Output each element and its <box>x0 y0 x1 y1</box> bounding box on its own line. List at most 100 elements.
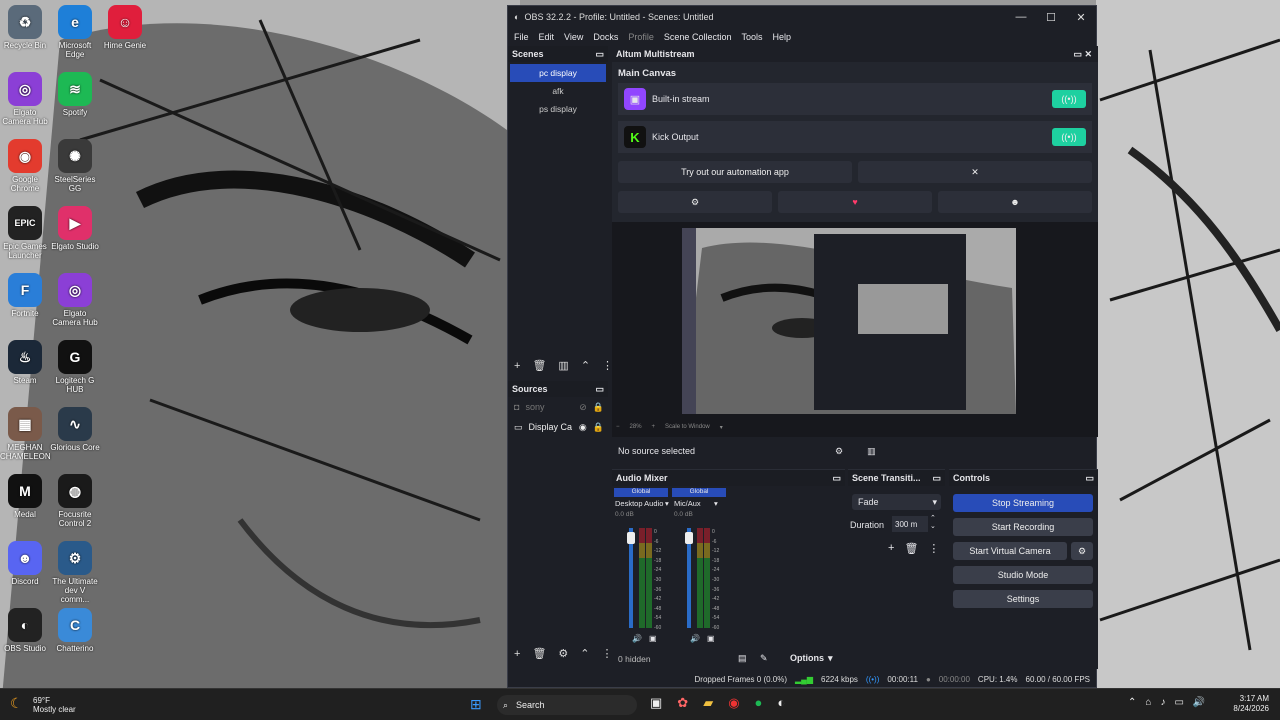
start-recording-button[interactable]: Start Recording <box>953 518 1093 536</box>
weather-widget[interactable]: 69°F Mostly clear <box>33 696 76 714</box>
desktop-icon[interactable]: ♨ Steam <box>0 340 50 385</box>
menu-tools[interactable]: Tools <box>741 32 762 42</box>
desktop-icon[interactable]: ◐ OBS Studio <box>0 608 50 653</box>
search-box[interactable]: ⌕ Search <box>497 695 637 715</box>
speaker-icon[interactable]: 🔊 <box>690 634 700 643</box>
discord-icon[interactable]: ☻ <box>938 191 1092 213</box>
volume-slider-handle[interactable] <box>685 532 693 544</box>
chevron-down-icon[interactable]: ▾ <box>665 499 669 508</box>
desktop-icon[interactable]: e Microsoft Edge <box>50 5 100 59</box>
menu-file[interactable]: File <box>514 32 529 42</box>
heart-icon[interactable]: ♥ <box>778 191 932 213</box>
desktop-icon[interactable]: ◍ Focusrite Control 2 <box>50 474 100 528</box>
studio-mode-button[interactable]: Studio Mode <box>953 566 1093 584</box>
desktop-icon[interactable]: ▦ MEGHAN CHAMELEON <box>0 407 51 461</box>
volume-icon[interactable]: 🔊 <box>1193 697 1205 708</box>
wrench-icon[interactable]: ✎ <box>760 653 768 664</box>
chrome-icon[interactable]: ◉ <box>728 695 739 711</box>
desktop-icon[interactable]: ▶ Elgato Studio <box>50 206 100 251</box>
desktop-icon[interactable]: C Chatterino <box>50 608 100 653</box>
chevron-down-icon[interactable]: ▾ <box>720 424 723 431</box>
menu-scene-collection[interactable]: Scene Collection <box>664 32 732 42</box>
desktop-icon[interactable]: ◎ Elgato Camera Hub <box>50 273 100 327</box>
task-view-icon[interactable]: ▣ <box>650 695 662 711</box>
desktop-icon[interactable]: ☺ Hime Genie <box>100 5 150 50</box>
gear-icon[interactable]: ⚙ <box>558 647 568 660</box>
desktop-icon[interactable]: ☻ Discord <box>0 541 50 586</box>
settings-icon[interactable]: ▣ <box>707 634 715 643</box>
display-icon[interactable]: ▭ <box>1174 697 1183 708</box>
menu-edit[interactable]: Edit <box>539 32 555 42</box>
desktop-icon[interactable]: F Fortnite <box>0 273 50 318</box>
gear-icon[interactable]: ⚙ <box>618 191 772 213</box>
copilot-icon[interactable]: ✿ <box>677 695 688 711</box>
channel-name[interactable]: Mic/Aux <box>674 499 701 508</box>
scene-item[interactable]: afk <box>510 82 606 100</box>
more-icon[interactable]: ⋮ <box>928 542 939 555</box>
settings-icon[interactable]: ▣ <box>649 634 657 643</box>
desktop-icon[interactable]: ✺ SteelSeries GG <box>50 139 100 193</box>
start-virtual-camera-button[interactable]: Start Virtual Camera <box>953 542 1067 560</box>
desktop-icon[interactable]: ♻ Recycle Bin <box>0 5 50 50</box>
chevron-down-icon[interactable]: ▾ <box>714 499 718 508</box>
options-button[interactable]: Options ▾ <box>790 653 833 664</box>
add-icon[interactable]: + <box>514 360 520 372</box>
title-bar[interactable]: ◐ OBS 32.2.2 - Profile: Untitled - Scene… <box>508 6 1096 28</box>
volume-slider-handle[interactable] <box>627 532 635 544</box>
scene-item[interactable]: pc display <box>510 64 606 82</box>
duration-input[interactable]: 300 m <box>892 516 928 532</box>
gear-icon[interactable]: ⚙ <box>835 446 843 457</box>
filter-icon[interactable]: ▥ <box>558 359 568 372</box>
menu-docks[interactable]: Docks <box>593 32 618 42</box>
live-toggle-button[interactable]: ((•)) <box>1052 128 1086 146</box>
chevron-up-icon[interactable]: ⌃ <box>1128 697 1136 708</box>
menu-profile[interactable]: Profile <box>628 32 654 42</box>
channel-name[interactable]: Desktop Audio <box>615 499 663 508</box>
file-explorer-icon[interactable]: ▰ <box>703 695 713 711</box>
settings-button[interactable]: Settings <box>953 590 1093 608</box>
lock-icon[interactable]: 🔒 <box>593 422 604 433</box>
desktop-icon[interactable]: ⚙ The Ultimate dev V comm... <box>50 541 100 604</box>
minimize-button[interactable]: — <box>1006 11 1036 24</box>
close-button[interactable]: ✕ <box>1066 11 1096 24</box>
chevron-up-icon[interactable]: ⌃ <box>580 647 589 660</box>
desktop-icon[interactable]: EPIC Epic Games Launcher <box>0 206 50 260</box>
obs-window[interactable]: ◐ OBS 32.2.2 - Profile: Untitled - Scene… <box>507 5 1098 688</box>
filter-icon[interactable]: ▥ <box>867 446 876 457</box>
maximize-button[interactable]: ☐ <box>1036 11 1066 24</box>
more-icon[interactable]: ⋮ <box>602 647 613 660</box>
desktop-icon[interactable]: ∿ Glorious Core <box>50 407 100 452</box>
duration-stepper[interactable]: ⌃ ⌄ <box>930 515 936 531</box>
desktop-icon[interactable]: ≋ Spotify <box>50 72 100 117</box>
add-icon[interactable]: + <box>888 542 894 555</box>
speaker-icon[interactable]: 🔊 <box>632 634 642 643</box>
weather-icon[interactable]: ☾ <box>10 695 23 712</box>
source-item[interactable]: ◘ sony ⊘ 🔒 <box>508 397 608 417</box>
stop-streaming-button[interactable]: Stop Streaming <box>953 494 1093 512</box>
zoom-in-button[interactable]: + <box>652 424 656 431</box>
gear-icon[interactable]: ⚙ <box>1071 542 1093 560</box>
automation-app-button[interactable]: Try out our automation app <box>618 161 852 183</box>
source-item[interactable]: ▭ Display Ca ◉ 🔒 <box>508 417 608 437</box>
obs-icon[interactable]: ◐ <box>777 695 785 711</box>
menu-view[interactable]: View <box>564 32 583 42</box>
hidden-eye-icon[interactable]: ⊘ <box>579 402 587 413</box>
add-icon[interactable]: + <box>514 648 520 660</box>
network-icon[interactable]: ⌂ <box>1145 697 1151 708</box>
trash-icon[interactable]: 🗑 <box>532 647 546 660</box>
scale-mode[interactable]: Scale to Window <box>665 424 710 431</box>
scene-item[interactable]: ps display <box>510 100 606 118</box>
start-button[interactable]: ⊞ <box>470 696 482 713</box>
desktop-icon[interactable]: ◉ Google Chrome <box>0 139 50 193</box>
preview-area[interactable]: − 28% + Scale to Window ▾ <box>612 222 1098 437</box>
list-icon[interactable]: ▤ <box>738 653 747 664</box>
zoom-out-button[interactable]: − <box>616 424 620 431</box>
live-toggle-button[interactable]: ((•)) <box>1052 90 1086 108</box>
clock[interactable]: 3:17 AM 8/24/2026 <box>1225 694 1269 714</box>
spotify-icon[interactable]: ● <box>755 695 763 711</box>
microphone-icon[interactable]: ♪ <box>1160 697 1165 708</box>
dismiss-button[interactable]: ✕ <box>858 161 1092 183</box>
chevron-up-icon[interactable]: ⌃ <box>581 359 590 372</box>
desktop-icon[interactable]: M Medal <box>0 474 50 519</box>
desktop-icon[interactable]: G Logitech G HUB <box>50 340 100 394</box>
